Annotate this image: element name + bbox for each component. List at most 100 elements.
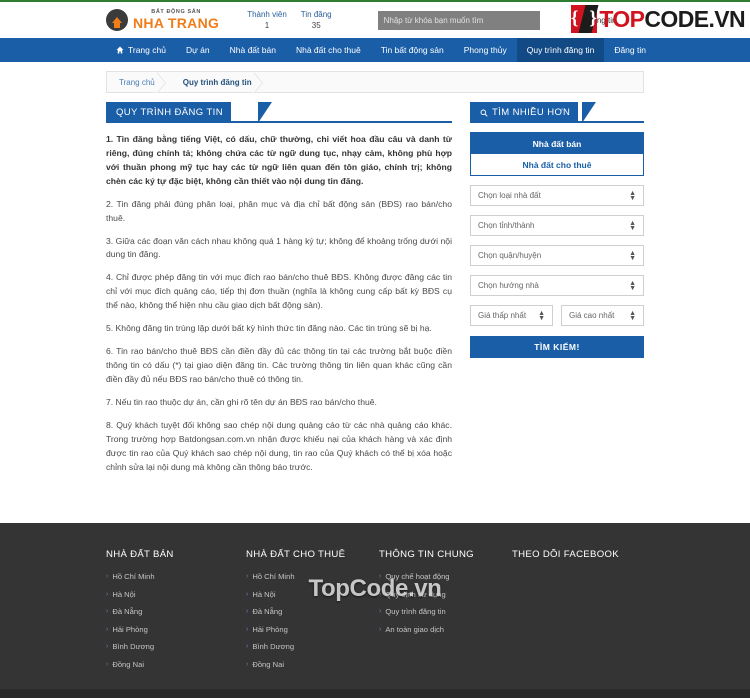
footer-copyright: Bất Động Sản Nha Trang- Mua Bán Nhà Đất,… (0, 689, 750, 698)
breadcrumb-label-current: Quy trình đăng tin (182, 77, 252, 87)
nav-label-du-an: Dự án (185, 45, 210, 55)
stat-members-label: Thành viên (247, 10, 287, 19)
nav-item-phong-thuy[interactable]: Phong thủy (454, 38, 517, 62)
chevron-updown-icon: ▲ ▼ (629, 189, 636, 202)
footer-column-nha-dat-ban: NHÀ ĐẤT BÁN › Hồ Chí Minh › Hà Nội › Đà Nẵn… (106, 549, 246, 677)
chevron-right-icon: › (106, 660, 109, 668)
rule-paragraph-3: 3. Giữa các đoạn văn cách nhau không quá… (106, 235, 452, 260)
select-huong-nha[interactable]: Chọn hướng nhà ▲ ▼ (470, 275, 644, 296)
chevron-updown-icon: ▲ ▼ (629, 279, 636, 292)
chevron-right-icon: › (379, 608, 382, 616)
content-panel-header: QUY TRÌNH ĐĂNG TIN (106, 102, 452, 123)
select-gia-thap-nhat[interactable]: Giá thấp nhất ▲ ▼ (470, 305, 553, 326)
nav-item-du-an[interactable]: Dự án (176, 38, 220, 62)
nav-label-nha-dat-ban: Nhà đất bán (229, 45, 276, 55)
nav-item-nha-dat-cho-thue[interactable]: Nhà đất cho thuê (286, 38, 371, 62)
breadcrumb-item-current: Quy trình đăng tin (165, 72, 263, 94)
footer-column-nha-dat-cho-thue: NHÀ ĐẤT CHO THUÊ › Hồ Chí Minh › Hà Nội › Đ… (246, 549, 379, 677)
chevron-right-icon: › (246, 643, 249, 651)
footer-link-item[interactable]: › Hồ Chí Minh (246, 572, 379, 581)
chevron-right-icon: › (106, 590, 109, 598)
select-loai-nha-dat[interactable]: Chọn loại nhà đất ▲ ▼ (470, 185, 644, 206)
content-panel-title-text: QUY TRÌNH ĐĂNG TIN (116, 107, 223, 118)
chevron-updown-icon: ▲ ▼ (538, 309, 545, 322)
nav-item-nha-dat-ban[interactable]: Nhà đất bán (220, 38, 286, 62)
footer-link-item[interactable]: › Hải Phòng (106, 625, 246, 634)
sidebar-panel-header: TÌM NHIỀU HƠN (470, 102, 644, 123)
search-submit-button[interactable]: TÌM KIẾM! (470, 336, 644, 358)
watermark-brand-code: CODE (644, 5, 709, 32)
price-range-row: Giá thấp nhất ▲ ▼ Giá cao nhất ▲ ▼ (470, 296, 644, 326)
sidebar-panel-title-text: TÌM NHIỀU HƠN (492, 107, 571, 118)
site-header: BẤT ĐỘNG SẢN NHA TRANG Thành viên 1 Tin … (0, 0, 750, 38)
toggle-nha-dat-cho-thue[interactable]: Nhà đất cho thuê (471, 154, 643, 175)
footer-link-item[interactable]: › Hồ Chí Minh (106, 572, 246, 581)
watermark-brand-vn: .VN (708, 5, 745, 32)
stat-listings-value: 35 (311, 21, 321, 30)
footer-link-item[interactable]: › Hải Phòng (246, 625, 379, 634)
stat-listings: Tin đăng 35 (301, 10, 332, 30)
nav-item-dang-tin[interactable]: Đăng tin (604, 38, 656, 62)
chevron-right-icon: › (246, 573, 249, 581)
home-icon (116, 46, 124, 54)
footer-link-item[interactable]: › Quy định sử dụng (379, 590, 512, 599)
nav-item-tin-bat-dong-san[interactable]: Tin bất động sản (371, 38, 454, 62)
toggle-nha-dat-ban[interactable]: Nhà đất bán (471, 133, 643, 154)
footer-link-item[interactable]: › Đồng Nai (106, 660, 246, 669)
content-column: QUY TRÌNH ĐĂNG TIN 1. Tin đăng bằng tiến… (106, 102, 452, 483)
nav-label-trang-chu: Trang chủ (128, 45, 166, 55)
chevron-right-icon: › (246, 625, 249, 633)
nav-item-quy-trinh-dang-tin[interactable]: Quy trình đăng tin (516, 38, 605, 62)
stat-members: Thành viên 1 (247, 10, 287, 30)
stat-members-value: 1 (264, 21, 270, 30)
nav-label-phong-thuy: Phong thủy (463, 45, 507, 55)
site-logo[interactable]: BẤT ĐỘNG SẢN NHA TRANG (106, 9, 219, 31)
content-panel-title: QUY TRÌNH ĐĂNG TIN (106, 102, 231, 123)
nav-label-quy-trinh-dang-tin: Quy trình đăng tin (526, 45, 595, 55)
chevron-right-icon: › (379, 590, 382, 598)
footer-link-item[interactable]: › Bình Dương (246, 642, 379, 651)
footer-link-item[interactable]: › An toàn giao dịch (379, 625, 512, 634)
footer-link-item[interactable]: › Đà Nẵng (246, 607, 379, 616)
stat-listings-label: Tin đăng (300, 10, 332, 19)
chevron-updown-icon: ▲ ▼ (629, 219, 636, 232)
nav-label-dang-tin: Đăng tin (614, 45, 646, 55)
listing-type-toggle: Nhà đất bán Nhà đất cho thuê (470, 132, 644, 176)
main-content: QUY TRÌNH ĐĂNG TIN 1. Tin đăng bằng tiến… (106, 102, 644, 483)
select-tinh-thanh[interactable]: Chọn tỉnh/thành ▲ ▼ (470, 215, 644, 236)
search-icon (480, 109, 488, 117)
footer-link-item[interactable]: › Hà Nội (106, 590, 246, 599)
footer-title-thong-tin-chung: THÔNG TIN CHUNG (379, 549, 474, 561)
chevron-right-icon: › (379, 573, 382, 581)
chevron-right-icon: › (106, 573, 109, 581)
sidebar-panel-title: TÌM NHIỀU HƠN (470, 102, 579, 123)
select-quan-huyen[interactable]: Chọn quận/huyện ▲ ▼ (470, 245, 644, 266)
chevron-right-icon: › (106, 608, 109, 616)
footer-title-nha-dat-ban: NHÀ ĐẤT BÁN (106, 549, 174, 561)
footer-link-item[interactable]: › Đà Nẵng (106, 607, 246, 616)
chevron-updown-icon: ▲ ▼ (629, 249, 636, 262)
chevron-right-icon: › (246, 660, 249, 668)
footer-link-item[interactable]: › Hà Nội (246, 590, 379, 599)
rule-paragraph-2: 2. Tin đăng phải đúng phân loại, phân mụ… (106, 198, 452, 223)
nav-label-tin-bat-dong-san: Tin bất động sản (380, 45, 444, 55)
watermark-brand-top: TOP (599, 5, 645, 32)
rule-paragraph-6: 6. Tin rao bán/cho thuê BĐS cần điền đầy… (106, 346, 452, 384)
rule-paragraph-1: 1. Tin đăng bằng tiếng Việt, có dấu, chữ… (106, 134, 452, 186)
nav-item-trang-chu[interactable]: Trang chủ (106, 38, 176, 62)
footer-link-item[interactable]: › Quy trình đăng tin (379, 607, 512, 616)
select-huong-nha-value: Chọn hướng nhà (478, 281, 539, 290)
chevron-updown-icon: ▲ ▼ (629, 309, 636, 322)
footer-column-facebook: THEO DÕI FACEBOOK (512, 549, 642, 677)
footer-link-item[interactable]: › Đồng Nai (246, 660, 379, 669)
footer-link-item[interactable]: › Bình Dương (106, 642, 246, 651)
footer-title-nha-dat-cho-thue: NHÀ ĐẤT CHO THUÊ (246, 549, 346, 561)
footer-link-item[interactable]: › Quy chế hoạt động (379, 572, 512, 581)
breadcrumb-item-home[interactable]: Trang chủ (107, 72, 166, 94)
select-gia-cao-nhat-value: Giá cao nhất (569, 311, 615, 320)
sidebar-column: TÌM NHIỀU HƠN Nhà đất bán Nhà đất cho th… (470, 102, 644, 483)
header-search-input[interactable]: Nhập từ khóa bạn muốn tìm (377, 10, 540, 30)
page-root: BẤT ĐỘNG SẢN NHA TRANG Thành viên 1 Tin … (0, 0, 750, 698)
select-quan-huyen-value: Chọn quận/huyện (478, 251, 542, 260)
select-gia-cao-nhat[interactable]: Giá cao nhất ▲ ▼ (561, 305, 644, 326)
